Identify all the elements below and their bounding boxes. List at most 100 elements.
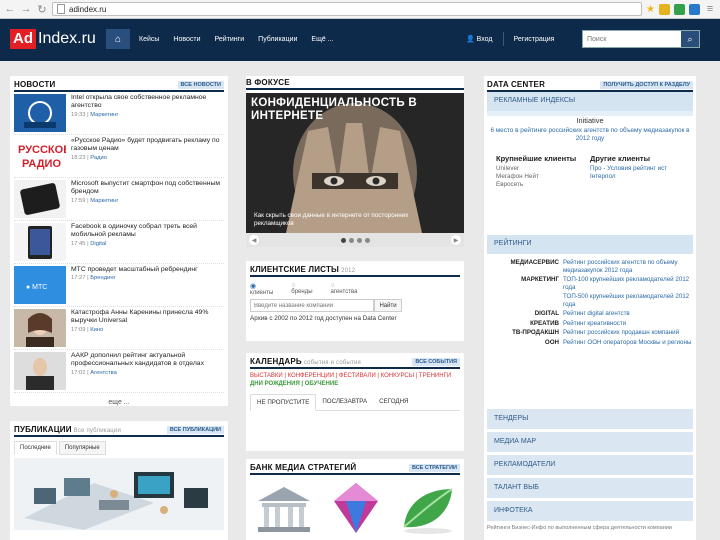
news-item[interactable]: ● МТС МТС проведет масштабный ребрендинг 1… xyxy=(14,264,224,307)
news-item[interactable]: Microsoft выпустит смартфон под собствен… xyxy=(14,178,224,221)
datacenter-accordion[interactable]: ТАЛАНТ ВЫБ xyxy=(487,478,693,498)
radio-clients[interactable]: клиенты xyxy=(250,282,273,296)
client-item[interactable]: Мегафон Нейт xyxy=(496,173,590,181)
address-bar[interactable]: adindex.ru xyxy=(52,2,643,16)
bookmark-star-icon[interactable]: ★ xyxy=(646,4,655,15)
nav-item-publications[interactable]: Публикации xyxy=(251,36,304,43)
rating-link[interactable]: Рейтинг российских агентств по объему ме… xyxy=(563,259,693,274)
client-item[interactable]: Евросеть xyxy=(496,181,590,189)
rating-link[interactable]: Рейтинг ООН операторов Москвы и регионы xyxy=(563,339,693,347)
rating-link[interactable]: Рейтинг digital агентств xyxy=(563,310,693,318)
news-item[interactable]: ААКР дополнил рейтинг актуальной професс… xyxy=(14,350,224,393)
back-icon[interactable]: ← xyxy=(4,3,16,15)
slider-dot[interactable] xyxy=(364,237,370,243)
rating-link[interactable]: ТОП-100 крупнейших рекламодателей 2012 г… xyxy=(563,276,693,291)
search-icon[interactable]: ⌕ xyxy=(681,31,699,47)
other-client-item[interactable]: Про - Условия рейтинг ист xyxy=(590,165,684,173)
news-category[interactable]: Маркетинг xyxy=(90,198,118,204)
client-search-input[interactable] xyxy=(250,299,374,312)
all-publications-link[interactable]: ВСЕ ПУБЛИКАЦИИ xyxy=(166,426,224,434)
news-item[interactable]: РУССКОЕ РАДИО «Русское Радио» будет продви… xyxy=(14,135,224,178)
news-headline[interactable]: Microsoft выпустит смартфон под собствен… xyxy=(71,180,224,197)
home-icon[interactable]: ⌂ xyxy=(106,29,130,49)
news-thumbnail[interactable] xyxy=(14,180,66,218)
rating-link[interactable]: Рейтинг креативности xyxy=(563,320,693,328)
news-category[interactable]: Кино xyxy=(90,327,103,333)
extension-icon[interactable] xyxy=(689,3,700,15)
tab-dont-miss[interactable]: НЕ ПРОПУСТИТЕ xyxy=(250,394,317,411)
news-category[interactable]: Брендинг xyxy=(90,275,115,281)
radio-brands[interactable]: бренды xyxy=(291,282,312,296)
get-access-link[interactable]: ПОЛУЧИТЬ ДОСТУП К РАЗДЕЛУ xyxy=(600,81,693,89)
news-thumbnail[interactable] xyxy=(14,94,66,132)
slider-dot[interactable] xyxy=(348,237,354,243)
slider-dot[interactable] xyxy=(340,237,346,243)
initiative-description[interactable]: 6 место в рейтинге российских агентств п… xyxy=(487,127,693,143)
login-link[interactable]: 👤 Вход xyxy=(466,35,493,43)
news-thumbnail[interactable] xyxy=(14,223,66,261)
client-item[interactable]: Unilever xyxy=(496,165,590,173)
tab-popular[interactable]: Популярные xyxy=(58,441,106,455)
nav-item-cases[interactable]: Кейсы xyxy=(132,36,166,43)
reload-icon[interactable]: ↻ xyxy=(36,3,48,16)
crystal-icon[interactable] xyxy=(322,479,390,537)
news-item[interactable]: Facebook в одиночку собрал треть всей мо… xyxy=(14,221,224,264)
other-clients-heading: Другие клиенты xyxy=(590,154,650,163)
news-category[interactable]: Агентства xyxy=(90,370,117,376)
datacenter-accordion[interactable]: МЕДИА МАР xyxy=(487,432,693,452)
news-thumbnail[interactable] xyxy=(14,352,66,390)
nav-item-ratings[interactable]: Рейтинги xyxy=(208,36,252,43)
register-link[interactable]: Регистрация xyxy=(514,36,555,43)
extension-icon[interactable] xyxy=(674,3,685,15)
datacenter-accordion[interactable]: ТЕНДЕРЫ xyxy=(487,409,693,429)
datacenter-accordion[interactable]: ИНФОТЕКА xyxy=(487,501,693,521)
tab-today[interactable]: СЕГОДНЯ xyxy=(373,394,414,410)
search-input[interactable] xyxy=(583,31,681,47)
news-headline[interactable]: Facebook в одиночку собрал треть всей мо… xyxy=(71,223,224,240)
other-client-item[interactable]: Інтерпол xyxy=(590,173,684,181)
bank-building-icon[interactable] xyxy=(250,479,318,537)
tab-after-tomorrow[interactable]: ПОСЛЕЗАВТРА xyxy=(316,394,373,410)
focus-banner[interactable]: КОНФИДЕНЦИАЛЬНОСТЬ В ИНТЕРНЕТЕ Как скрыт… xyxy=(246,93,464,233)
news-headline[interactable]: «Русское Радио» будет продвигать рекламу… xyxy=(71,137,224,154)
ad-indexes-heading[interactable]: РЕКЛАМНЫЕ ИНДЕКСЫ xyxy=(487,92,693,111)
news-headline[interactable]: Катастрофа Анны Каренины принесла 49% вы… xyxy=(71,309,224,326)
ratings-heading[interactable]: РЕЙТИНГИ xyxy=(487,235,693,254)
news-headline[interactable]: ААКР дополнил рейтинг актуальной професс… xyxy=(71,352,224,369)
forward-icon[interactable]: → xyxy=(20,3,32,15)
calendar-category-links[interactable]: ВЫСТАВКИ | КОНФЕРЕНЦИИ | ФЕСТИВАЛИ | КОН… xyxy=(250,372,460,380)
nav-item-news[interactable]: Новости xyxy=(166,36,207,43)
news-thumbnail[interactable] xyxy=(14,309,66,347)
publication-illustration[interactable] xyxy=(14,458,224,530)
all-events-link[interactable]: ВСЕ СОБЫТИЯ xyxy=(412,358,460,366)
slider-dot[interactable] xyxy=(356,237,362,243)
client-search-button[interactable]: Найти xyxy=(374,299,402,312)
news-headline[interactable]: МТС проведет масштабный ребрендинг xyxy=(71,266,198,274)
news-category[interactable]: Радио xyxy=(90,155,107,161)
radio-agencies[interactable]: агентства xyxy=(331,282,358,296)
slider-next-icon[interactable]: ▶ xyxy=(451,235,461,245)
news-category[interactable]: Маркетинг xyxy=(90,112,118,118)
client-lists-note[interactable]: Архив с 2002 по 2012 год доступен на Dat… xyxy=(250,315,460,322)
all-news-link[interactable]: ВСЕ НОВОСТИ xyxy=(177,81,224,89)
news-item[interactable]: Intel открыла свое собственное рекламное… xyxy=(14,92,224,135)
tab-latest[interactable]: Последние xyxy=(14,441,57,455)
calendar-categories: ВЫСТАВКИ | КОНФЕРЕНЦИИ | ФЕСТИВАЛИ | КОН… xyxy=(250,372,460,388)
nav-item-more[interactable]: Ещё ... xyxy=(304,36,340,43)
news-more-link[interactable]: еще ... xyxy=(14,393,224,412)
news-headline[interactable]: Intel открыла свое собственное рекламное… xyxy=(71,94,224,111)
rating-link[interactable]: ТОП-500 крупнейших рекламодателей 2012 г… xyxy=(563,293,693,308)
all-strategies-link[interactable]: ВСЕ СТРАТЕГИИ xyxy=(408,464,460,472)
datacenter-accordion[interactable]: РЕКЛАМОДАТЕЛИ xyxy=(487,455,693,475)
calendar-category-links-2[interactable]: ДНИ РОЖДЕНИЯ | ОБУЧЕНИЕ xyxy=(250,380,460,388)
rating-link[interactable]: Рейтинг российских продакшн компаний xyxy=(563,329,693,337)
leaf-icon[interactable] xyxy=(394,479,462,537)
extension-icon[interactable] xyxy=(659,3,670,15)
news-item[interactable]: Катастрофа Анны Каренины принесла 49% вы… xyxy=(14,307,224,350)
slider-prev-icon[interactable]: ◀ xyxy=(249,235,259,245)
news-thumbnail[interactable]: РУССКОЕ РАДИО xyxy=(14,137,66,175)
site-logo[interactable]: Ad Index.ru xyxy=(10,28,96,50)
menu-icon[interactable]: ≡ xyxy=(704,3,716,15)
news-thumbnail[interactable]: ● МТС xyxy=(14,266,66,304)
news-category[interactable]: Digital xyxy=(90,241,106,247)
